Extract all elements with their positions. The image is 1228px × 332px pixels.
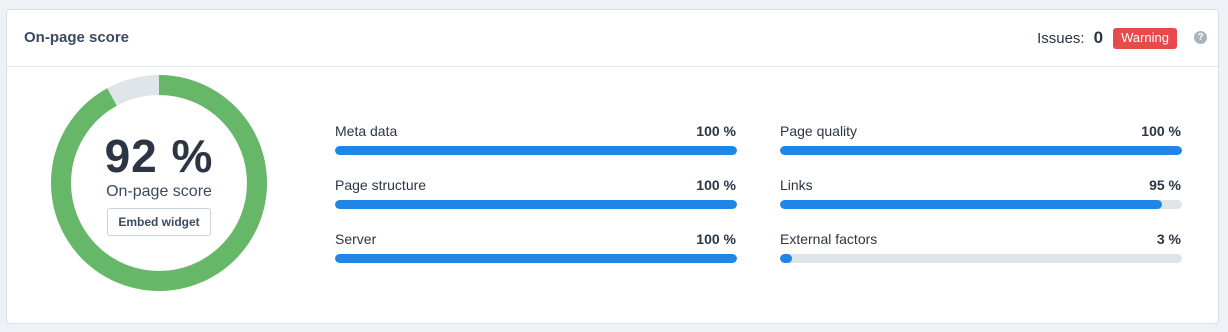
help-icon[interactable]: ?	[1194, 31, 1207, 44]
metric-page-quality: Page quality 100 %	[780, 123, 1182, 159]
issues-label: Issues:	[1037, 29, 1085, 47]
score-label: On-page score	[106, 183, 212, 200]
progress-track	[780, 200, 1182, 209]
score-value: 92 %	[104, 130, 214, 182]
progress-track	[780, 254, 1182, 263]
progress-fill	[780, 254, 793, 263]
warning-badge[interactable]: Warning	[1113, 27, 1177, 49]
metric-meta-data: Meta data 100 %	[335, 123, 737, 159]
metric-label: External factors	[780, 231, 878, 247]
metric-value: 100 %	[1141, 123, 1181, 139]
progress-track	[335, 254, 737, 263]
progress-fill	[335, 200, 737, 209]
metric-label: Links	[780, 177, 813, 193]
metric-value: 3 %	[1156, 231, 1181, 247]
metric-label: Page structure	[335, 177, 427, 193]
progress-fill	[780, 146, 1182, 155]
card-header: On-page score Issues: 0 Warning ?	[7, 10, 1218, 67]
metric-links: Links 95 %	[780, 177, 1182, 213]
metric-value: 100 %	[696, 123, 736, 139]
metric-label: Server	[335, 231, 377, 247]
progress-fill	[780, 200, 1162, 209]
progress-track	[335, 146, 737, 155]
card-title: On-page score	[24, 29, 130, 46]
metric-page-structure: Page structure 100 %	[335, 177, 737, 213]
progress-track	[780, 146, 1182, 155]
metric-value: 95 %	[1149, 177, 1181, 193]
metric-value: 100 %	[696, 177, 736, 193]
metric-external-factors: External factors 3 %	[780, 231, 1182, 267]
progress-fill	[335, 146, 737, 155]
progress-track	[335, 200, 737, 209]
metric-label: Meta data	[335, 123, 398, 139]
metric-server: Server 100 %	[335, 231, 737, 267]
embed-widget-button[interactable]: Embed widget	[107, 208, 211, 236]
metric-label: Page quality	[780, 123, 858, 139]
progress-fill	[335, 254, 737, 263]
issues-count: 0	[1093, 28, 1104, 47]
metric-value: 100 %	[696, 231, 736, 247]
score-center: 92 % On-page score Embed widget	[49, 73, 269, 293]
issues-summary: Issues: 0 Warning	[1037, 27, 1177, 49]
